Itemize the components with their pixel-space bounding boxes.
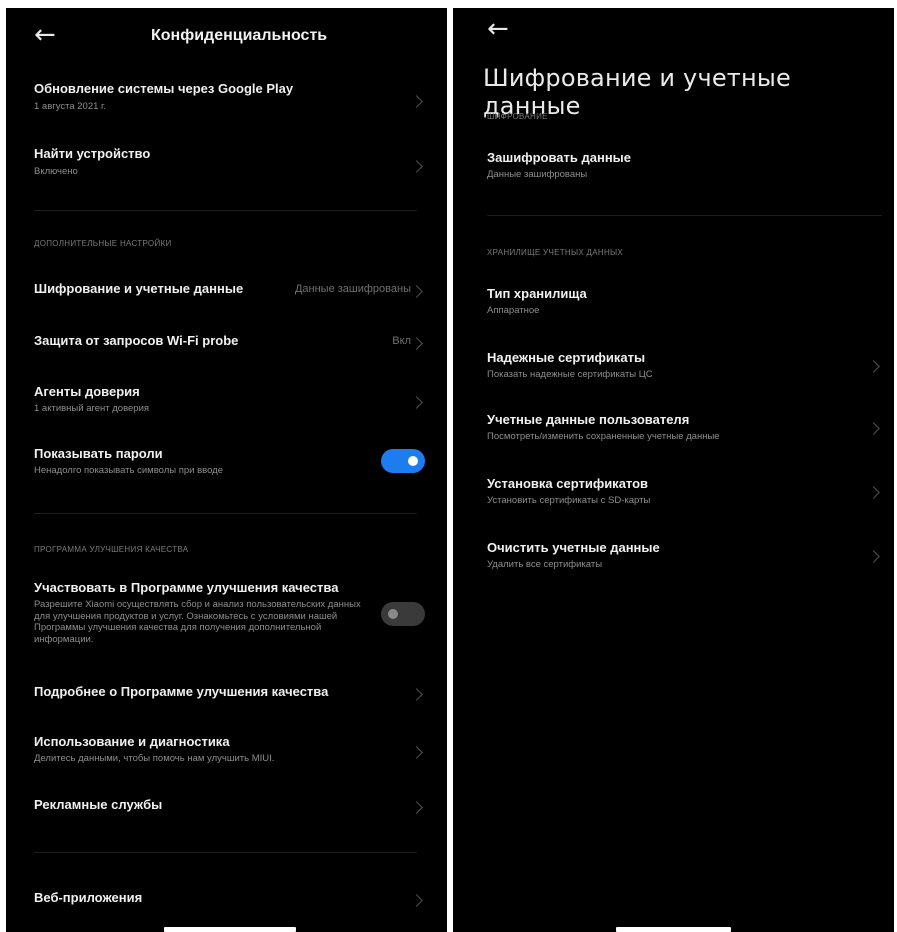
section-header-quality: ПРОГРАММА УЛУЧШЕНИЯ КАЧЕСТВА: [34, 545, 189, 554]
item-title: Установка сертификатов: [487, 476, 649, 491]
section-header-advanced: ДОПОЛНИТЕЛЬНЫЕ НАСТРОЙКИ: [34, 239, 172, 248]
chevron-right-icon: [410, 285, 423, 298]
item-value: Данные зашифрованы: [294, 283, 411, 295]
chevron-right-icon: [410, 801, 423, 814]
item-subtitle: Посмотреть/изменить сохраненные учетные …: [487, 431, 720, 442]
item-title: Показывать пароли: [34, 446, 163, 461]
clear-credentials-item[interactable]: Очистить учетные данные Удалить все серт…: [453, 538, 894, 578]
divider: [487, 215, 882, 216]
item-title: Шифрование и учетные данные: [34, 281, 244, 296]
back-arrow-icon[interactable]: ←: [34, 22, 56, 48]
home-indicator[interactable]: [616, 927, 731, 932]
item-value: Вкл: [392, 335, 411, 347]
chevron-right-icon: [410, 337, 423, 350]
encrypt-data-item[interactable]: Зашифровать данные Данные зашифрованы: [453, 148, 894, 188]
item-title: Зашифровать данные: [487, 150, 631, 165]
quality-program-item[interactable]: Участвовать в Программе улучшения качест…: [6, 578, 447, 658]
chevron-right-icon: [410, 746, 423, 759]
divider: [34, 210, 417, 211]
item-title: Обновление системы через Google Play: [34, 81, 294, 96]
item-subtitle: Данные зашифрованы: [487, 169, 588, 180]
item-title: Подробнее о Программе улучшения качества: [34, 684, 329, 699]
chevron-right-icon: [410, 95, 423, 108]
item-subtitle: Показать надежные сертификаты ЦС: [487, 369, 653, 380]
toggle-knob: [388, 609, 398, 619]
item-title: Учетные данные пользователя: [487, 412, 690, 427]
privacy-screen: ← Конфиденциальность Обновление системы …: [6, 8, 447, 932]
item-description: Разрешите Xiaomi осуществлять сбор и ана…: [34, 599, 361, 645]
item-title: Участвовать в Программе улучшения качест…: [34, 580, 339, 595]
toggle-knob: [408, 456, 418, 466]
item-title: Надежные сертификаты: [487, 350, 646, 365]
page-title: Конфиденциальность: [151, 27, 328, 44]
item-title: Веб-приложения: [34, 890, 143, 905]
item-subtitle: Установить сертификаты с SD-карты: [487, 495, 651, 506]
item-title: Очистить учетные данные: [487, 540, 660, 555]
item-title: Найти устройство: [34, 146, 151, 161]
item-title: Тип хранилища: [487, 286, 587, 301]
show-passwords-item[interactable]: Показывать пароли Ненадолго показывать с…: [6, 444, 447, 484]
chevron-right-icon: [867, 422, 880, 435]
show-passwords-toggle[interactable]: [381, 449, 425, 473]
user-credentials-item[interactable]: Учетные данные пользователя Посмотреть/и…: [453, 410, 894, 450]
chevron-right-icon: [867, 486, 880, 499]
trusted-certificates-item[interactable]: Надежные сертификаты Показать надежные с…: [453, 348, 894, 388]
trust-agents-item[interactable]: Агенты доверия 1 активный агент доверия: [6, 382, 447, 422]
chevron-right-icon: [410, 160, 423, 173]
find-device-item[interactable]: Найти устройство Включено: [6, 143, 447, 193]
divider: [34, 513, 417, 514]
section-header-storage: ХРАНИЛИЩЕ УЧЕТНЫХ ДАННЫХ: [487, 248, 624, 257]
item-subtitle: Аппаратное: [487, 305, 540, 316]
wifi-probe-item[interactable]: Защита от запросов Wi-Fi probe Вкл: [6, 326, 447, 356]
item-subtitle: Удалить все сертификаты: [487, 559, 603, 570]
quality-program-info-item[interactable]: Подробнее о Программе улучшения качества: [6, 678, 447, 708]
back-arrow-icon[interactable]: ←: [487, 16, 509, 42]
chevron-right-icon: [410, 894, 423, 907]
item-title: Рекламные службы: [34, 797, 163, 812]
quality-program-toggle[interactable]: [381, 602, 425, 626]
section-header-encryption: ШИФРОВАНИЕ: [487, 112, 548, 121]
item-subtitle: Ненадолго показывать символы при вводе: [34, 465, 223, 476]
install-certificates-item[interactable]: Установка сертификатов Установить сертиф…: [453, 474, 894, 514]
divider: [34, 852, 417, 853]
encryption-item[interactable]: Шифрование и учетные данные Данные зашиф…: [6, 274, 447, 304]
item-title: Защита от запросов Wi-Fi probe: [34, 333, 239, 348]
google-play-update-item[interactable]: Обновление системы через Google Play 1 а…: [6, 78, 447, 128]
item-title: Использование и диагностика: [34, 734, 230, 749]
item-subtitle: Делитесь данными, чтобы помочь нам улучш…: [34, 753, 275, 764]
chevron-right-icon: [410, 396, 423, 409]
chevron-right-icon: [867, 360, 880, 373]
ad-services-item[interactable]: Рекламные службы: [6, 791, 447, 821]
item-title: Агенты доверия: [34, 384, 140, 399]
home-indicator[interactable]: [164, 927, 296, 932]
item-subtitle: 1 активный агент доверия: [34, 403, 150, 414]
encryption-credentials-screen: ← Шифрование и учетные данные ШИФРОВАНИЕ…: [453, 8, 894, 932]
chevron-right-icon: [410, 688, 423, 701]
web-apps-item[interactable]: Веб-приложения: [6, 884, 447, 914]
storage-type-item[interactable]: Тип хранилища Аппаратное: [453, 284, 894, 324]
usage-diagnostics-item[interactable]: Использование и диагностика Делитесь дан…: [6, 732, 447, 772]
chevron-right-icon: [867, 550, 880, 563]
item-subtitle: Включено: [34, 166, 78, 177]
item-subtitle: 1 августа 2021 г.: [34, 101, 106, 112]
